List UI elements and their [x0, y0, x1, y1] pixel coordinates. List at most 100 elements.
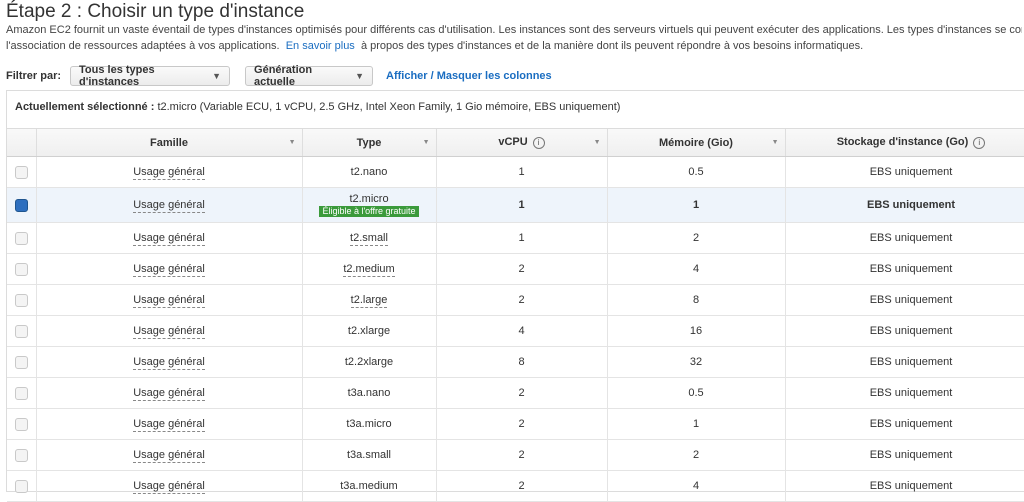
storage-value: EBS uniquement — [870, 480, 953, 492]
family-value[interactable]: Usage général — [133, 449, 205, 463]
family-cell: Usage général — [36, 254, 302, 285]
column-header-family[interactable]: Famille▼ — [36, 129, 302, 157]
family-cell: Usage général — [36, 316, 302, 347]
intro-line-2: l'association de ressources adaptées à v… — [6, 38, 1022, 54]
storage-value: EBS uniquement — [867, 199, 955, 211]
vcpu-cell: 2 — [436, 471, 607, 502]
filter-label: Filtrer par: — [6, 70, 61, 82]
row-radio[interactable] — [15, 356, 28, 369]
sort-icon[interactable]: ▼ — [289, 139, 296, 146]
column-header-vcpu[interactable]: vCPUi▼ — [436, 129, 607, 157]
family-cell: Usage général — [36, 188, 302, 223]
vcpu-cell: 2 — [436, 285, 607, 316]
type-value: t2.micro — [303, 193, 436, 205]
sort-icon[interactable]: ▼ — [772, 139, 779, 146]
row-select-cell[interactable] — [7, 285, 36, 316]
storage-cell: EBS uniquement — [785, 347, 1024, 378]
column-header-storage[interactable]: Stockage d'instance (Go)i▼ — [785, 129, 1024, 157]
vcpu-cell: 8 — [436, 347, 607, 378]
sort-icon[interactable]: ▼ — [423, 139, 430, 146]
table-row[interactable]: Usage généralt3a.micro21EBS uniquement — [7, 409, 1024, 440]
vcpu-cell: 1 — [436, 157, 607, 188]
row-radio[interactable] — [15, 418, 28, 431]
generation-dropdown[interactable]: Génération actuelle ▼ — [245, 66, 373, 86]
vcpu-cell: 1 — [436, 188, 607, 223]
vcpu-value: 4 — [518, 325, 524, 337]
type-value: t3a.nano — [348, 387, 391, 399]
row-select-cell[interactable] — [7, 440, 36, 471]
family-value[interactable]: Usage général — [133, 480, 205, 494]
row-radio[interactable] — [15, 387, 28, 400]
row-select-cell[interactable] — [7, 378, 36, 409]
sort-icon[interactable]: ▼ — [594, 139, 601, 146]
family-value[interactable]: Usage général — [133, 387, 205, 401]
table-row[interactable]: Usage généralt2.medium24EBS uniquement — [7, 254, 1024, 285]
storage-value: EBS uniquement — [870, 387, 953, 399]
toggle-columns-link[interactable]: Afficher / Masquer les colonnes — [386, 70, 552, 82]
family-cell: Usage général — [36, 223, 302, 254]
row-radio[interactable] — [15, 199, 28, 212]
table-row[interactable]: Usage généralt3a.medium24EBS uniquement — [7, 471, 1024, 502]
table-row[interactable]: Usage généralt2.nano10.5EBS uniquement — [7, 157, 1024, 188]
table-row[interactable]: Usage généralt2.xlarge416EBS uniquement — [7, 316, 1024, 347]
row-select-cell[interactable] — [7, 254, 36, 285]
family-value[interactable]: Usage général — [133, 325, 205, 339]
info-icon[interactable]: i — [973, 137, 985, 149]
storage-cell: EBS uniquement — [785, 188, 1024, 223]
family-value[interactable]: Usage général — [133, 418, 205, 432]
row-select-cell[interactable] — [7, 157, 36, 188]
column-header-type[interactable]: Type▼ — [302, 129, 436, 157]
family-value[interactable]: Usage général — [133, 356, 205, 370]
row-radio[interactable] — [15, 294, 28, 307]
type-cell: t2.2xlarge — [302, 347, 436, 378]
vcpu-cell: 2 — [436, 440, 607, 471]
row-select-cell[interactable] — [7, 471, 36, 502]
memory-cell: 8 — [607, 285, 785, 316]
intro-line-2-end: à propos des types d'instances et de la … — [361, 40, 863, 52]
table-row[interactable]: Usage généralt2.large28EBS uniquement — [7, 285, 1024, 316]
vcpu-cell: 2 — [436, 254, 607, 285]
row-radio[interactable] — [15, 232, 28, 245]
type-cell: t3a.micro — [302, 409, 436, 440]
intro-text: Amazon EC2 fournit un vaste éventail de … — [6, 22, 1022, 54]
memory-cell: 16 — [607, 316, 785, 347]
family-value[interactable]: Usage général — [133, 232, 205, 246]
family-value[interactable]: Usage général — [133, 263, 205, 277]
learn-more-link[interactable]: En savoir plus — [286, 40, 355, 52]
family-value[interactable]: Usage général — [133, 294, 205, 308]
type-value: t2.large — [351, 294, 388, 308]
vcpu-value: 2 — [518, 387, 524, 399]
row-radio[interactable] — [15, 480, 28, 493]
row-radio[interactable] — [15, 449, 28, 462]
memory-value: 16 — [690, 325, 702, 337]
memory-cell: 4 — [607, 471, 785, 502]
family-value[interactable]: Usage général — [133, 199, 205, 213]
type-cell: t3a.nano — [302, 378, 436, 409]
info-icon[interactable]: i — [533, 137, 545, 149]
row-select-cell[interactable] — [7, 347, 36, 378]
memory-value: 0.5 — [688, 166, 703, 178]
instance-types-dropdown[interactable]: Tous les types d'instances ▼ — [70, 66, 230, 86]
type-value: t3a.small — [347, 449, 391, 461]
table-row[interactable]: Usage généralt2.small12EBS uniquement — [7, 223, 1024, 254]
family-value[interactable]: Usage général — [133, 166, 205, 180]
current-selection-value: t2.micro (Variable ECU, 1 vCPU, 2.5 GHz,… — [157, 101, 620, 113]
row-radio[interactable] — [15, 166, 28, 179]
row-radio[interactable] — [15, 325, 28, 338]
table-row[interactable]: Usage généralt3a.small22EBS uniquement — [7, 440, 1024, 471]
column-header-memory[interactable]: Mémoire (Gio)▼ — [607, 129, 785, 157]
memory-cell: 0.5 — [607, 378, 785, 409]
storage-value: EBS uniquement — [870, 449, 953, 461]
row-select-cell[interactable] — [7, 188, 36, 223]
type-value: t2.small — [350, 232, 388, 246]
table-row[interactable]: Usage général t3a.nano 2 0.5 EBS uniquement — [7, 378, 1024, 409]
vcpu-cell: 1 — [436, 223, 607, 254]
row-select-cell[interactable] — [7, 409, 36, 440]
vcpu-value: 8 — [518, 356, 524, 368]
table-row[interactable]: Usage généralt2.2xlarge832EBS uniquement — [7, 347, 1024, 378]
row-select-cell[interactable] — [7, 223, 36, 254]
row-select-cell[interactable] — [7, 316, 36, 347]
table-row[interactable]: Usage généralt2.microÉligible à l'offre … — [7, 188, 1024, 223]
current-selection-label: Actuellement sélectionné : — [15, 101, 154, 113]
row-radio[interactable] — [15, 263, 28, 276]
